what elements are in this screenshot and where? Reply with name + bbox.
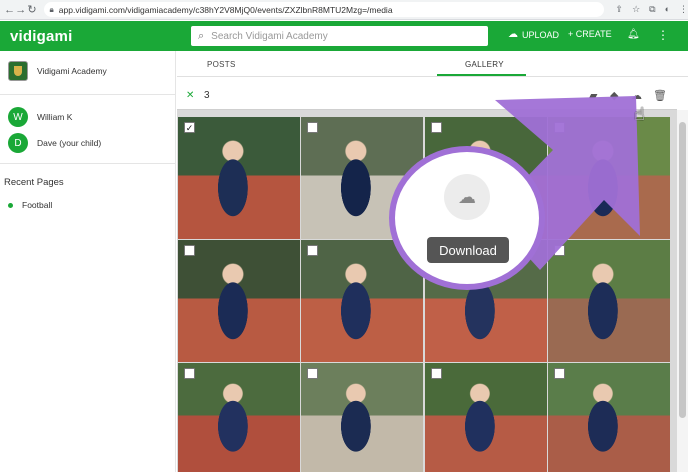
arrow-overlay [490,96,640,270]
hand-cursor-icon: ☝ [634,104,645,124]
download-spotlight: ☁ [389,146,545,290]
cloud-download-icon[interactable]: ☁ [444,174,490,220]
download-tooltip: Download [427,237,509,263]
